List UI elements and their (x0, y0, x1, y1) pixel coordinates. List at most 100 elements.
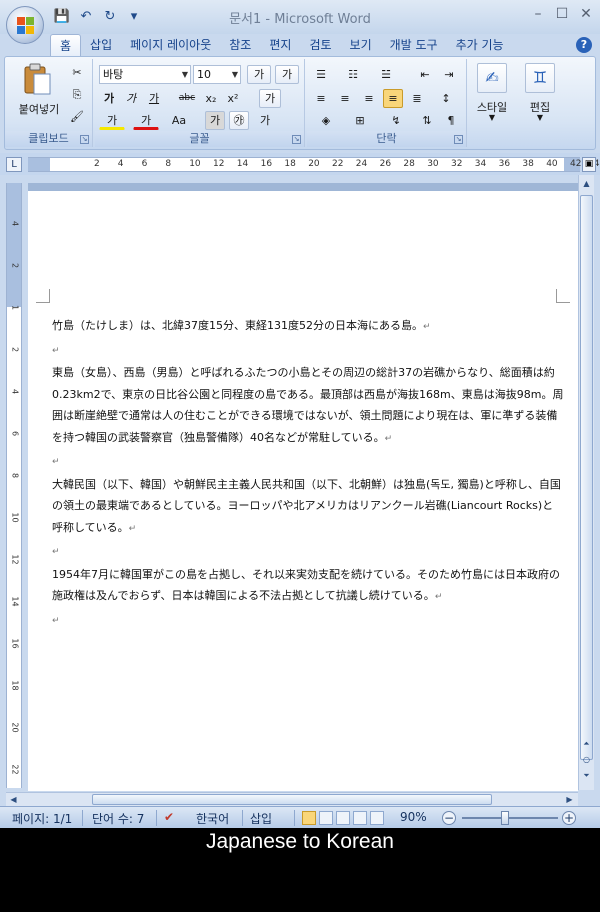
align-center-icon[interactable]: ≡ (335, 89, 355, 108)
phonetic-guide-button[interactable]: 가 (259, 89, 281, 108)
font-size-combo[interactable]: 10 ▼ (193, 65, 241, 84)
line-spacing-icon[interactable]: ↕ (433, 89, 459, 108)
paste-button[interactable] (15, 61, 59, 105)
document-body[interactable]: 竹島（たけしま）は、北緯37度15分、東経131度52分の日本海にある島。↵ ↵… (52, 315, 564, 632)
chevron-down-icon: ▼ (488, 113, 496, 122)
tab-view[interactable]: 보기 (341, 34, 381, 56)
strikethrough-button[interactable]: abc (175, 89, 199, 108)
subscript-button[interactable]: x₂ (201, 89, 221, 108)
next-page-icon[interactable]: ⏷ (579, 769, 594, 783)
paragraph: ↵ (52, 345, 60, 356)
highlight-button[interactable]: 가 (99, 111, 125, 130)
browse-object-icon[interactable]: ○ (579, 753, 594, 767)
vertical-scroll-thumb[interactable] (580, 195, 593, 760)
previous-page-icon[interactable]: ⏶ (579, 737, 594, 751)
clipboard-launcher-icon[interactable]: ↘ (80, 135, 89, 144)
draft-view-icon[interactable] (370, 811, 384, 825)
tab-insert[interactable]: 삽입 (81, 34, 121, 56)
ruler-tick-label: 14 (236, 159, 249, 169)
ruler-tick-label: 40 (546, 159, 558, 169)
language-indicator[interactable]: 한국어 (196, 810, 229, 827)
font-launcher-icon[interactable]: ↘ (292, 135, 301, 144)
scroll-right-icon[interactable]: ▶ (562, 793, 577, 807)
web-layout-view-icon[interactable] (336, 811, 350, 825)
paragraph-launcher-icon[interactable]: ↘ (454, 135, 463, 144)
paragraph: 大韓民国（以下、韓国）や朝鮮民主主義人民共和国（以下、北朝鮮）は独島(독도, 獨… (52, 477, 561, 534)
horizontal-scroll-thumb[interactable] (92, 794, 492, 805)
tab-page-layout[interactable]: 페이지 레이아웃 (121, 34, 220, 56)
tab-home[interactable]: 홈 (50, 34, 82, 56)
font-name-combo[interactable]: 바탕 ▼ (99, 65, 191, 84)
ruler-tick-label: 24 (355, 159, 368, 169)
grow-font-button[interactable]: 가 (247, 65, 271, 84)
justify-icon[interactable]: ≡ (383, 89, 403, 108)
scroll-up-icon[interactable]: ▲ (579, 177, 594, 191)
paragraph: ↵ (52, 547, 60, 557)
decrease-indent-icon[interactable]: ⇤ (415, 65, 435, 84)
horizontal-ruler[interactable]: 2468101214161820222426283032343638404244 (28, 157, 600, 172)
close-button[interactable]: ✕ (578, 6, 594, 22)
ruler-toggle-icon[interactable]: ▣ (582, 157, 596, 172)
window-controls: – ☐ ✕ (530, 6, 594, 22)
zoom-slider[interactable] (462, 817, 558, 819)
asian-layout-icon[interactable]: ↯ (383, 111, 409, 130)
enclose-characters-button[interactable]: ㉮ (229, 111, 249, 130)
vruler-tick-label: 14 (10, 596, 20, 607)
maximize-button[interactable]: ☐ (554, 6, 570, 22)
sort-icon[interactable]: ⇅ (417, 111, 437, 130)
show-marks-icon[interactable]: ¶ (441, 111, 461, 130)
page[interactable]: 竹島（たけしま）は、北緯37度15分、東経131度52分の日本海にある島。↵ ↵… (28, 191, 578, 791)
tab-developer[interactable]: 개발 도구 (381, 34, 447, 56)
zoom-slider-thumb[interactable] (501, 811, 510, 825)
insert-mode-indicator[interactable]: 삽입 (250, 810, 272, 827)
styles-icon[interactable]: ✍ (477, 63, 507, 93)
paragraph-group: ☰ ☷ ☱ ⇤ ⇥ ≡ ≡ ≡ ≡ ≣ ↕ ◈ ⊞ ↯ ⇅ ¶ 단락 ↘ (307, 59, 467, 147)
scroll-left-icon[interactable]: ◀ (6, 793, 21, 807)
outline-view-icon[interactable] (353, 811, 367, 825)
italic-button[interactable]: 가 (121, 89, 141, 108)
tab-selector-icon[interactable]: L (6, 157, 22, 172)
zoom-out-icon[interactable]: − (442, 811, 456, 825)
vertical-scrollbar[interactable]: ▲ ⏶ ○ ⏷ (578, 175, 594, 790)
page-count[interactable]: 페이지: 1/1 (12, 810, 72, 827)
vruler-top-margin (7, 183, 21, 307)
font-color-button[interactable]: 가 (133, 111, 159, 130)
align-left-icon[interactable]: ≡ (311, 89, 331, 108)
bold-button[interactable]: 가 (99, 89, 119, 108)
bullets-icon[interactable]: ☰ (311, 65, 331, 84)
tab-add-ins[interactable]: 추가 기능 (447, 34, 513, 56)
character-shading-button[interactable]: 가 (205, 111, 225, 130)
cut-icon[interactable]: ✂ (67, 63, 87, 82)
format-painter-icon[interactable]: 🖌 (67, 107, 87, 126)
minimize-button[interactable]: – (530, 6, 546, 22)
binoculars-icon[interactable]: ♊ (525, 63, 555, 93)
word-count[interactable]: 단어 수: 7 (92, 810, 144, 827)
zoom-level[interactable]: 90% (400, 810, 427, 824)
shrink-font-button[interactable]: 가 (275, 65, 299, 84)
shading-icon[interactable]: ◈ (313, 111, 339, 130)
change-case-button[interactable]: Aa (165, 111, 193, 130)
ruler-tick-label: 8 (165, 159, 172, 169)
align-right-icon[interactable]: ≡ (359, 89, 379, 108)
print-layout-view-icon[interactable] (302, 811, 316, 825)
multilevel-list-icon[interactable]: ☱ (375, 65, 397, 84)
office-button[interactable] (6, 6, 44, 44)
superscript-button[interactable]: x² (223, 89, 243, 108)
character-border-button[interactable]: 가 (255, 111, 275, 130)
increase-indent-icon[interactable]: ⇥ (439, 65, 459, 84)
tab-mailings[interactable]: 편지 (260, 34, 300, 56)
horizontal-scrollbar[interactable]: ◀ ▶ (6, 792, 578, 806)
spelling-check-icon[interactable]: ✔ (164, 810, 174, 824)
paragraph-group-label: 단락 (307, 131, 466, 147)
help-icon[interactable]: ? (576, 37, 592, 53)
numbering-icon[interactable]: ☷ (343, 65, 363, 84)
zoom-in-icon[interactable]: + (562, 811, 576, 825)
copy-icon[interactable]: ⎘ (67, 85, 87, 104)
tab-review[interactable]: 검토 (300, 34, 340, 56)
vertical-ruler[interactable]: 4 2 1 2 4 6 8 10 12 14 16 18 20 22 (6, 183, 22, 788)
borders-icon[interactable]: ⊞ (347, 111, 373, 130)
tab-references[interactable]: 참조 (220, 34, 260, 56)
full-screen-reading-view-icon[interactable] (319, 811, 333, 825)
distributed-icon[interactable]: ≣ (407, 89, 427, 108)
underline-button[interactable]: 가 (143, 89, 165, 108)
